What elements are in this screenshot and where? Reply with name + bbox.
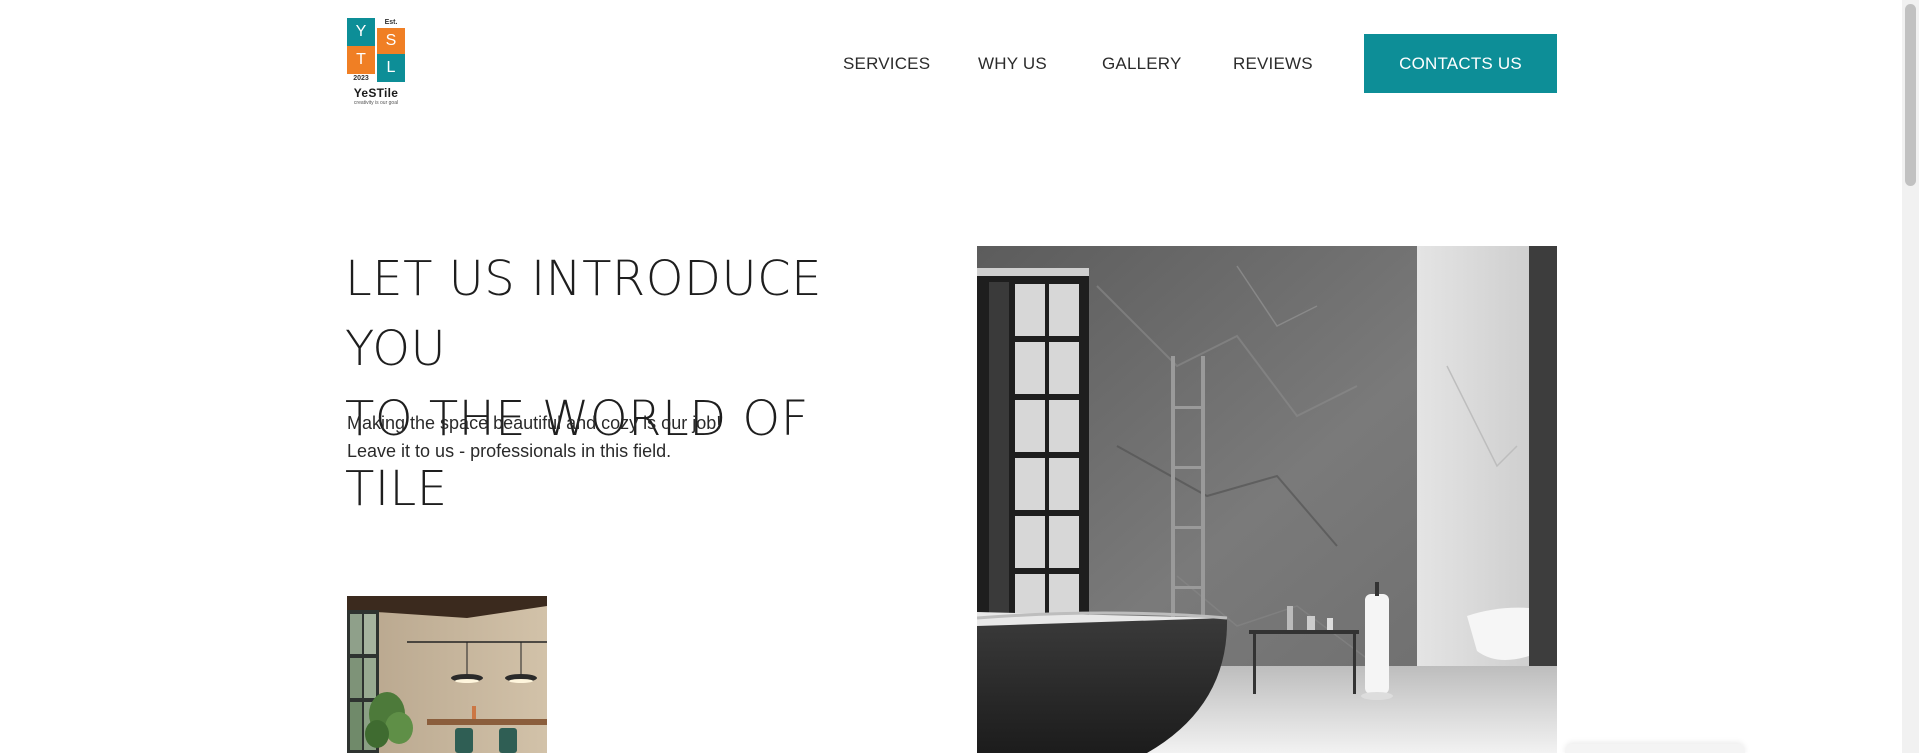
- nav-gallery[interactable]: GALLERY: [1102, 54, 1182, 74]
- nav-reviews[interactable]: REVIEWS: [1233, 54, 1313, 74]
- nav-why-us[interactable]: WHY US: [978, 54, 1047, 74]
- scrollbar-thumb[interactable]: [1905, 4, 1916, 186]
- hero-title-line-1: LET US INTRODUCE YOU: [345, 251, 822, 377]
- page-scrollbar[interactable]: [1902, 0, 1919, 753]
- bathroom-hero-image: [977, 246, 1557, 753]
- logo-est: Est.: [384, 19, 398, 26]
- logo-grid: Y Est. S T L 2023: [347, 18, 405, 82]
- logo-tagline: creativity is our goal: [353, 100, 399, 106]
- nav-services[interactable]: SERVICES: [843, 54, 930, 74]
- hero-subtitle: Making the space beautiful and cozy is o…: [347, 409, 847, 465]
- logo[interactable]: Y Est. S T L 2023 YeSTile creativity is …: [347, 18, 405, 108]
- logo-year: 2023: [353, 75, 369, 82]
- logo-letter-l: L: [377, 54, 405, 82]
- hero-title: LET US INTRODUCE YOU TO THE WORLD OF TIL…: [345, 244, 905, 524]
- page: Y Est. S T L 2023 YeSTile creativity is …: [0, 0, 1919, 753]
- contacts-us-button[interactable]: CONTACTS US: [1364, 34, 1557, 93]
- interior-thumbnail-image: [347, 596, 547, 753]
- logo-letter-y: Y: [347, 18, 375, 46]
- logo-letter-s: S: [377, 28, 405, 54]
- chat-widget-edge[interactable]: [1565, 744, 1745, 753]
- logo-name: YeSTile: [353, 86, 399, 100]
- hero-sub-line-2: Leave it to us - professionals in this f…: [347, 441, 672, 461]
- hero-sub-line-1: Making the space beautiful and cozy is o…: [347, 413, 722, 433]
- logo-letter-t: T: [347, 46, 375, 74]
